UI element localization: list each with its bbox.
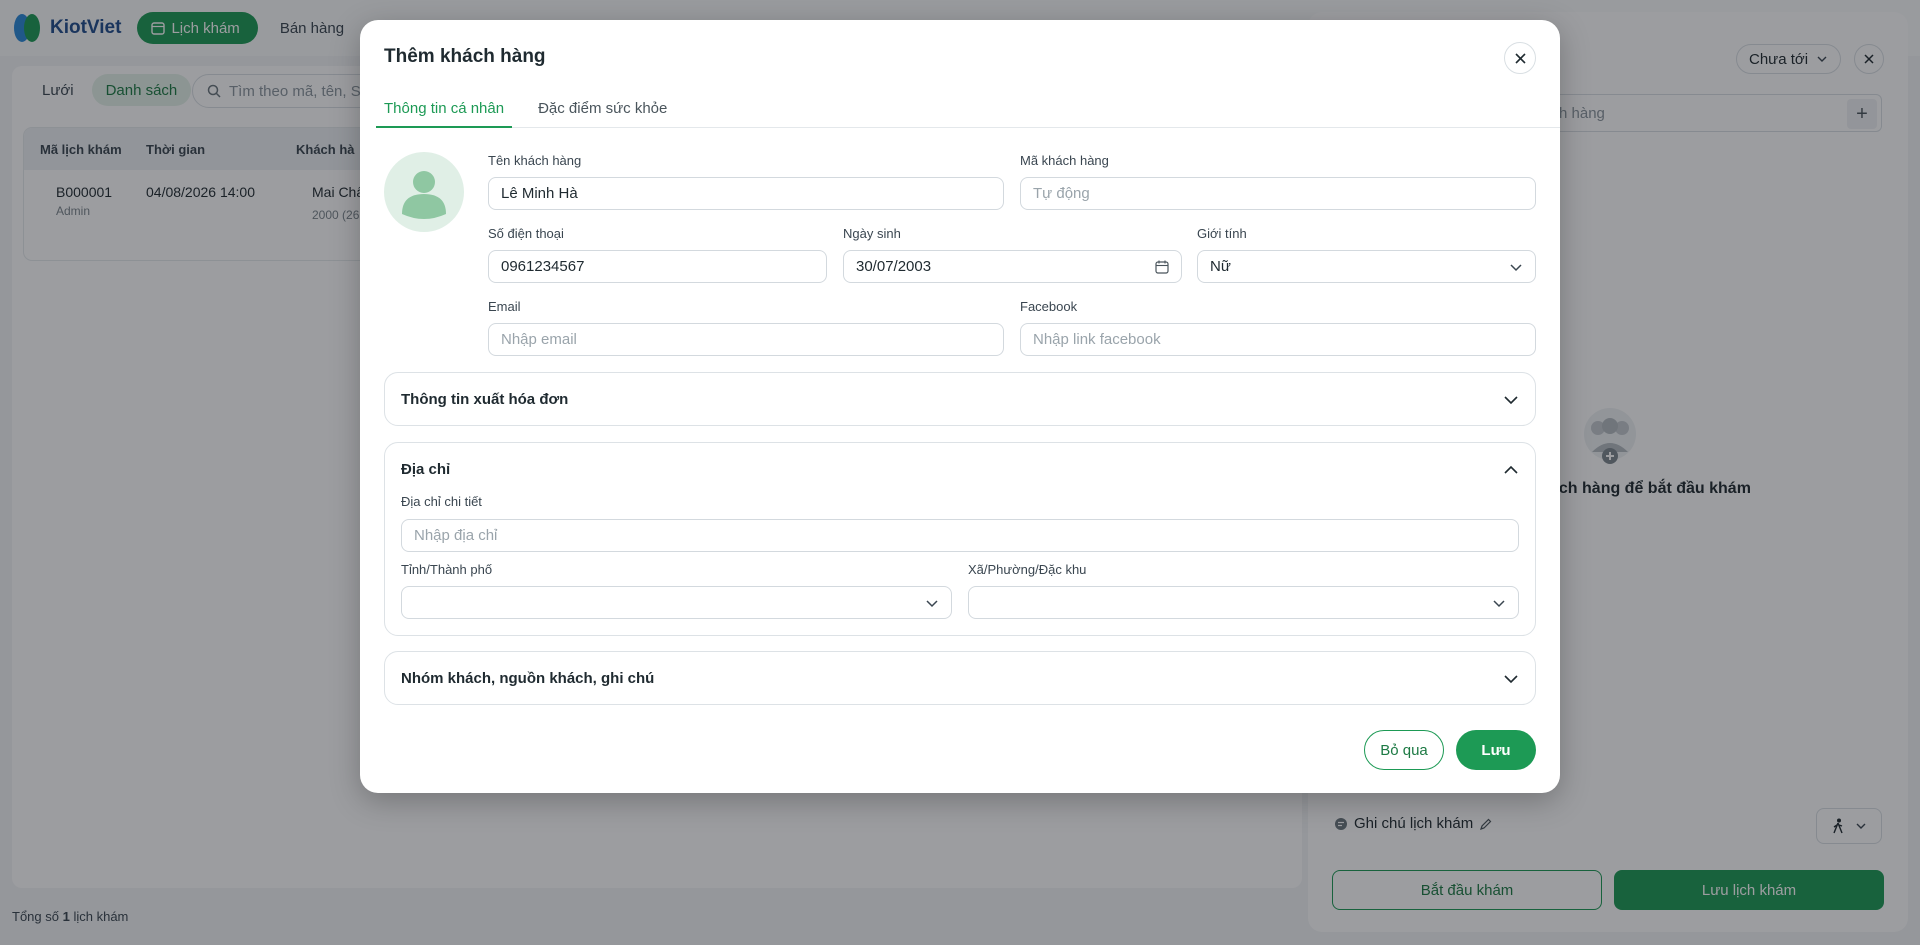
facebook-label: Facebook [1020,299,1078,314]
phone-label: Số điện thoại [488,226,564,241]
modal-title: Thêm khách hàng [384,46,546,67]
tab-health-characteristics[interactable]: Đặc điểm sức khỏe [530,98,675,128]
modal-close-button[interactable] [1504,42,1536,74]
email-placeholder: Nhập email [501,331,577,348]
dob-label: Ngày sinh [843,226,901,241]
tab-personal-info[interactable]: Thông tin cá nhân [376,98,513,128]
add-customer-modal: Thêm khách hàng Thông tin cá nhân Đặc đi… [360,20,1560,793]
address-detail-input[interactable]: Nhập địa chỉ [401,519,1519,552]
chevron-up-icon[interactable] [1503,462,1519,478]
invoice-info-section[interactable]: Thông tin xuất hóa đơn [384,372,1536,426]
chevron-down-icon [1504,396,1518,405]
email-input[interactable]: Nhập email [488,323,1004,356]
save-button[interactable]: Lưu [1456,730,1536,770]
chevron-down-icon [1510,263,1522,271]
phone-input[interactable]: 0961234567 [488,250,827,283]
user-avatar-icon [402,171,446,219]
customer-code-input[interactable]: Tự động [1020,177,1536,210]
customer-code-placeholder: Tự động [1033,185,1090,202]
address-detail-label: Địa chỉ chi tiết [401,494,482,509]
customer-group-section[interactable]: Nhóm khách, nguồn khách, ghi chú [384,651,1536,705]
phone-value: 0961234567 [501,258,585,275]
ward-label: Xã/Phường/Đặc khu [968,562,1087,577]
chevron-down-icon [1504,675,1518,684]
address-detail-placeholder: Nhập địa chỉ [414,527,498,544]
name-label: Tên khách hàng [488,153,582,168]
gender-value: Nữ [1210,258,1231,275]
province-select[interactable] [401,586,952,619]
facebook-input[interactable]: Nhập link facebook [1020,323,1536,356]
customer-name-value: Lê Minh Hà [501,185,578,202]
close-icon [1514,52,1526,64]
invoice-info-title: Thông tin xuất hóa đơn [401,391,569,408]
skip-button[interactable]: Bỏ qua [1364,730,1444,770]
gender-label: Giới tính [1197,226,1247,241]
chevron-down-icon [926,599,938,607]
facebook-placeholder: Nhập link facebook [1033,331,1161,348]
email-label: Email [488,299,521,314]
ward-select[interactable] [968,586,1519,619]
chevron-down-icon [1493,599,1505,607]
address-title: Địa chỉ [401,461,451,478]
avatar[interactable] [384,152,464,232]
customer-group-title: Nhóm khách, nguồn khách, ghi chú [401,670,655,687]
modal-tabs: Thông tin cá nhân Đặc điểm sức khỏe [376,98,1560,128]
code-label: Mã khách hàng [1020,153,1109,168]
calendar-icon[interactable] [1155,260,1169,274]
address-section: Địa chỉ Địa chỉ chi tiết Nhập địa chỉ Tỉ… [384,442,1536,636]
province-label: Tỉnh/Thành phố [401,562,493,577]
dob-value: 30/07/2003 [856,258,932,275]
dob-input[interactable]: 30/07/2003 [843,250,1182,283]
gender-select[interactable]: Nữ [1197,250,1536,283]
customer-name-input[interactable]: Lê Minh Hà [488,177,1004,210]
